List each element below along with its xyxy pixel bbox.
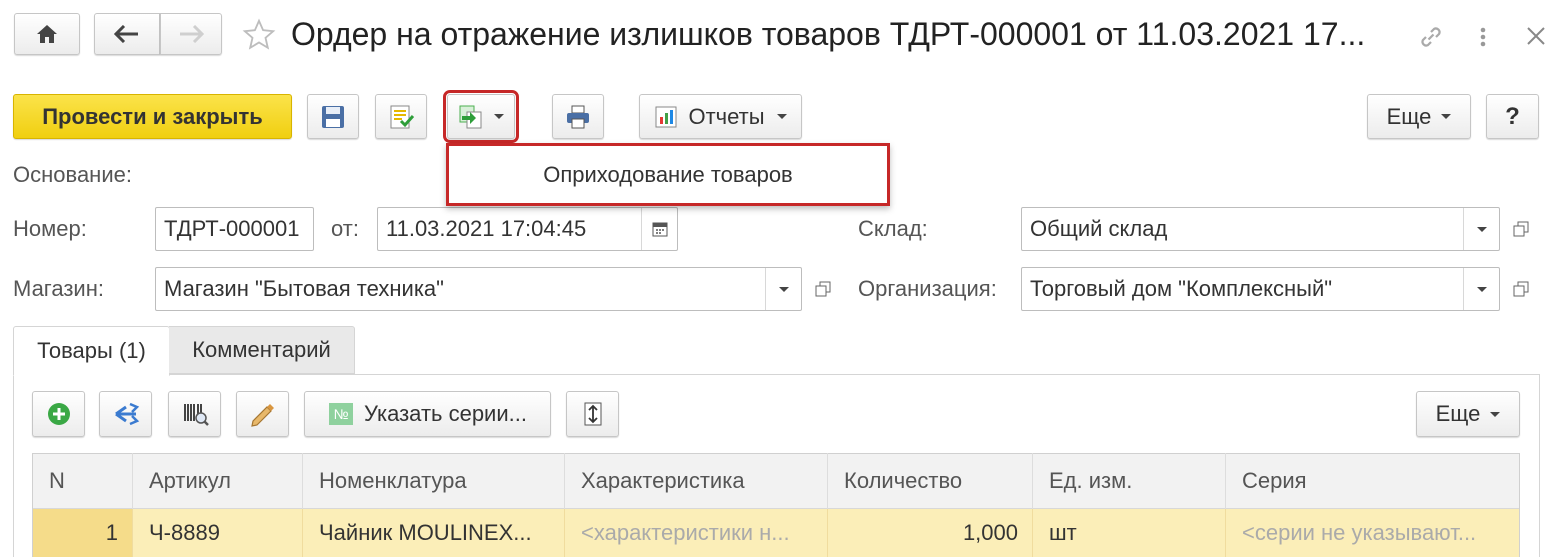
post-button[interactable] bbox=[375, 94, 427, 139]
print-button[interactable] bbox=[552, 94, 604, 139]
chevron-down-icon bbox=[778, 286, 789, 292]
reports-button[interactable]: Отчеты bbox=[639, 94, 802, 139]
organization-label: Организация: bbox=[858, 276, 997, 301]
floppy-disk-icon bbox=[322, 105, 344, 128]
number-label: Номер: bbox=[13, 216, 87, 241]
svg-text:№: № bbox=[334, 406, 349, 422]
more-label: Еще bbox=[1386, 103, 1432, 129]
tab-goods-label: Товары (1) bbox=[37, 338, 146, 363]
organization-field[interactable]: Торговый дом "Комплексный" bbox=[1021, 267, 1500, 311]
chevron-down-icon bbox=[494, 114, 504, 119]
store-field[interactable]: Магазин "Бытовая техника" bbox=[155, 267, 802, 311]
row-height-button[interactable] bbox=[566, 391, 619, 437]
chevron-down-icon bbox=[1476, 226, 1487, 232]
help-label: ? bbox=[1505, 102, 1520, 130]
barcode-search-button[interactable] bbox=[168, 391, 221, 437]
cell-nomenclature[interactable]: Чайник MOULINEX... bbox=[303, 509, 565, 557]
cell-unit[interactable]: шт bbox=[1033, 509, 1226, 557]
cell-series[interactable]: <серии не указывают... bbox=[1226, 509, 1519, 557]
tab-comment[interactable]: Комментарий bbox=[169, 326, 355, 374]
organization-value: Торговый дом "Комплексный" bbox=[1030, 276, 1333, 301]
printer-icon bbox=[567, 105, 589, 128]
number-field[interactable]: ТДРТ-000001 bbox=[155, 207, 314, 251]
basis-label: Основание: bbox=[13, 162, 132, 187]
add-circle-icon bbox=[47, 403, 70, 425]
barcode-icon bbox=[183, 404, 209, 426]
table-more-label: Еще bbox=[1435, 401, 1481, 426]
favorite-star-icon[interactable] bbox=[242, 18, 276, 58]
column-header-quantity[interactable]: Количество bbox=[828, 453, 1033, 509]
warehouse-value: Общий склад bbox=[1030, 216, 1168, 241]
post-and-close-button[interactable]: Провести и закрыть bbox=[13, 94, 292, 139]
date-field[interactable]: 11.03.2021 17:04:45 bbox=[377, 207, 678, 251]
column-header-characteristic[interactable]: Характеристика bbox=[565, 453, 828, 509]
copy-row-button[interactable] bbox=[99, 391, 152, 437]
arrow-right-icon bbox=[180, 25, 204, 43]
table-more-button[interactable]: Еще bbox=[1416, 391, 1520, 437]
more-actions-icon[interactable] bbox=[1476, 22, 1490, 52]
series-number-icon: № bbox=[329, 403, 354, 425]
warehouse-field[interactable]: Общий склад bbox=[1021, 207, 1500, 251]
column-header-series[interactable]: Серия bbox=[1226, 453, 1519, 509]
fill-button[interactable] bbox=[236, 391, 289, 437]
open-window-icon bbox=[1513, 221, 1529, 237]
split-arrows-icon bbox=[114, 402, 139, 426]
post-document-icon bbox=[390, 105, 415, 128]
calendar-button[interactable] bbox=[641, 208, 677, 250]
menu-item-receipt-of-goods[interactable]: Оприходование товаров bbox=[543, 162, 793, 188]
window-title: Ордер на отражение излишков товаров ТДРТ… bbox=[291, 16, 1366, 52]
tab-comment-label: Комментарий bbox=[192, 337, 331, 362]
cell-n[interactable]: 1 bbox=[33, 509, 133, 557]
cell-quantity[interactable]: 1,000 bbox=[828, 509, 1033, 557]
create-based-on-menu: Оприходование товаров bbox=[446, 143, 890, 206]
more-button[interactable]: Еще bbox=[1367, 94, 1471, 139]
warehouse-open-button[interactable] bbox=[1506, 207, 1536, 251]
forward-button[interactable] bbox=[160, 13, 222, 55]
report-chart-icon bbox=[655, 106, 677, 127]
open-window-icon bbox=[1513, 281, 1529, 297]
column-header-n[interactable]: N bbox=[33, 453, 133, 509]
post-and-close-label: Провести и закрыть bbox=[42, 103, 263, 129]
organization-open-button[interactable] bbox=[1506, 267, 1536, 311]
specify-series-button[interactable]: № Указать серии... bbox=[304, 391, 551, 437]
close-icon[interactable] bbox=[1524, 24, 1548, 54]
back-button[interactable] bbox=[94, 13, 160, 55]
chevron-down-icon bbox=[1490, 411, 1501, 417]
open-window-icon bbox=[815, 281, 831, 297]
column-header-article[interactable]: Артикул bbox=[133, 453, 303, 509]
chevron-down-icon bbox=[1476, 286, 1487, 292]
specify-series-label: Указать серии... bbox=[364, 401, 527, 426]
date-value: 11.03.2021 17:04:45 bbox=[386, 216, 587, 241]
column-header-nomenclature[interactable]: Номенклатура bbox=[303, 453, 565, 509]
save-button[interactable] bbox=[307, 94, 359, 139]
link-icon[interactable] bbox=[1416, 22, 1446, 58]
add-row-button[interactable] bbox=[32, 391, 85, 437]
create-based-on-button[interactable] bbox=[443, 90, 519, 143]
warehouse-label: Склад: bbox=[858, 216, 928, 241]
expand-vertical-icon bbox=[584, 402, 601, 426]
tab-goods[interactable]: Товары (1) bbox=[13, 326, 170, 376]
number-value: ТДРТ-000001 bbox=[164, 216, 300, 241]
calendar-icon bbox=[652, 222, 667, 237]
cell-characteristic[interactable]: <характеристики н... bbox=[565, 509, 828, 557]
create-based-on-icon bbox=[459, 105, 482, 128]
reports-label: Отчеты bbox=[688, 103, 765, 129]
arrow-left-icon bbox=[114, 25, 138, 43]
date-label: от: bbox=[331, 216, 359, 241]
home-button[interactable] bbox=[14, 13, 80, 55]
warehouse-dropdown-button[interactable] bbox=[1463, 208, 1499, 250]
cell-article[interactable]: Ч-8889 bbox=[133, 509, 303, 557]
store-label: Магазин: bbox=[13, 276, 104, 301]
store-dropdown-button[interactable] bbox=[765, 268, 801, 310]
help-button[interactable]: ? bbox=[1486, 94, 1539, 139]
pencil-icon bbox=[250, 404, 274, 427]
organization-dropdown-button[interactable] bbox=[1463, 268, 1499, 310]
column-header-unit[interactable]: Ед. изм. bbox=[1033, 453, 1226, 509]
chevron-down-icon bbox=[1441, 114, 1452, 119]
home-icon bbox=[37, 25, 57, 43]
chevron-down-icon bbox=[776, 114, 787, 119]
store-value: Магазин "Бытовая техника" bbox=[164, 276, 444, 301]
store-open-button[interactable] bbox=[808, 267, 838, 311]
